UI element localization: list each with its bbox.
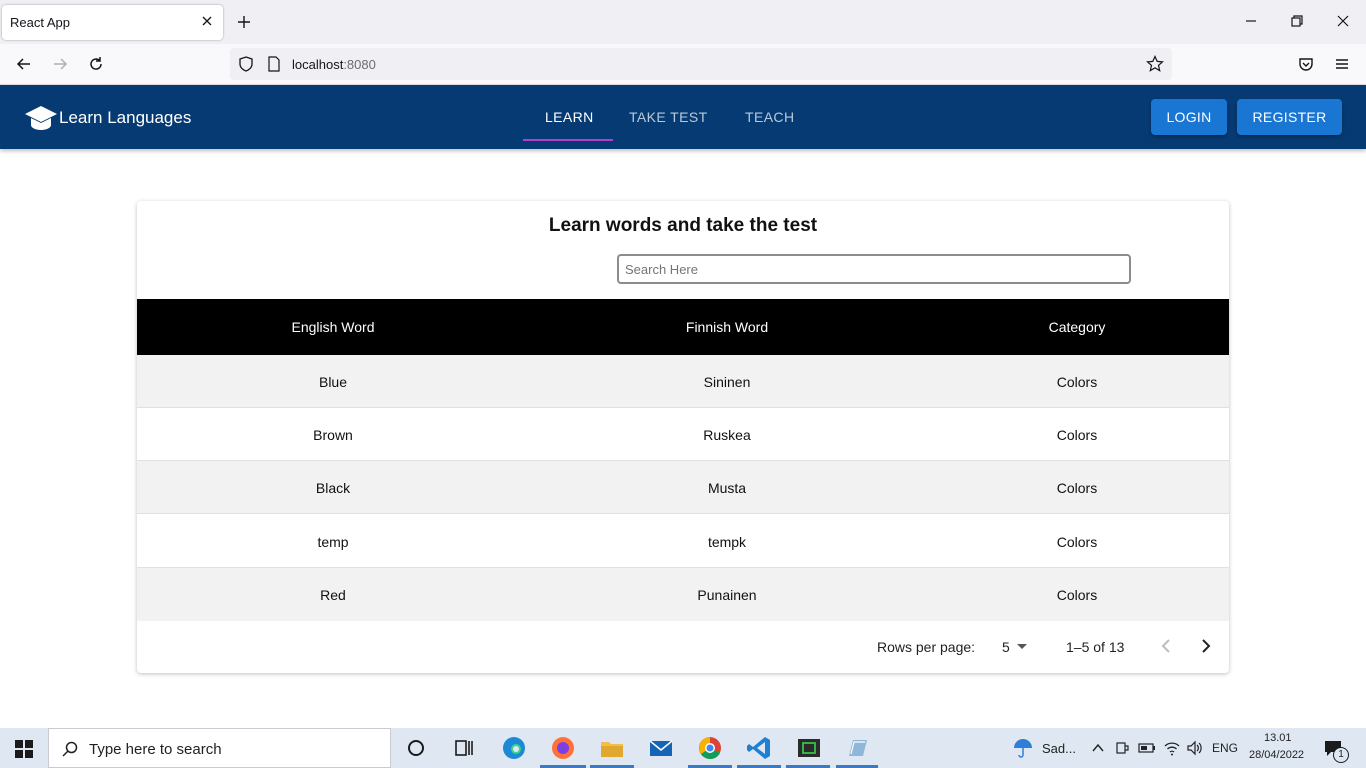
- words-card: Learn words and take the test English Wo…: [137, 201, 1229, 673]
- table-row: Black Musta Colors: [137, 461, 1229, 514]
- tab-learn[interactable]: LEARN: [545, 109, 594, 125]
- cell-finnish: Musta: [707, 480, 747, 496]
- pocket-icon[interactable]: [1297, 55, 1315, 73]
- next-page-icon[interactable]: [1195, 635, 1217, 657]
- cell-english: Red: [320, 587, 346, 603]
- search-icon: [62, 741, 78, 757]
- back-icon[interactable]: [15, 55, 33, 73]
- chrome-icon[interactable]: [696, 734, 724, 762]
- menu-icon[interactable]: [1333, 55, 1351, 73]
- shield-icon[interactable]: [238, 56, 254, 72]
- cell-category: Colors: [1056, 587, 1098, 603]
- tab-teach[interactable]: TEACH: [745, 109, 794, 125]
- url-port: :8080: [343, 57, 376, 72]
- notes-app-icon[interactable]: [843, 734, 871, 762]
- browser-tab[interactable]: React App: [2, 5, 223, 40]
- table-row: Blue Sininen Colors: [137, 355, 1229, 408]
- taskbar: Type here to search Sad... ENG 13.01 28/…: [0, 728, 1366, 768]
- wifi-icon[interactable]: [1163, 739, 1181, 757]
- cell-category: Colors: [1056, 480, 1098, 496]
- notification-badge: 1: [1333, 747, 1349, 763]
- device-icon[interactable]: [1114, 740, 1130, 756]
- clock-time[interactable]: 13.01: [1264, 732, 1292, 744]
- task-view-icon[interactable]: [450, 734, 478, 762]
- graduation-cap-icon: [25, 106, 57, 130]
- column-header-finnish: Finnish Word: [685, 319, 769, 335]
- clock-date[interactable]: 28/04/2022: [1249, 749, 1304, 761]
- rows-per-page-label: Rows per page:: [877, 639, 976, 655]
- table-row: Red Punainen Colors: [137, 568, 1229, 621]
- taskbar-search[interactable]: Type here to search: [48, 728, 391, 768]
- cell-finnish: Ruskea: [703, 427, 751, 443]
- file-explorer-icon[interactable]: [598, 734, 626, 762]
- weather-text[interactable]: Sad...: [1042, 741, 1076, 756]
- address-bar[interactable]: localhost:8080: [230, 48, 1172, 80]
- cell-english: Brown: [313, 427, 353, 443]
- caret-down-icon: [1017, 644, 1027, 649]
- windows-start-icon[interactable]: [15, 740, 33, 758]
- url-text: localhost:8080: [292, 57, 376, 72]
- battery-icon[interactable]: [1138, 740, 1156, 756]
- close-tab-icon[interactable]: [199, 13, 215, 29]
- vscode-icon[interactable]: [745, 734, 773, 762]
- url-host: localhost: [292, 57, 344, 72]
- table-header: English Word Finnish Word Category: [137, 299, 1229, 355]
- browser-tab-strip: React App: [0, 0, 1366, 44]
- volume-icon[interactable]: [1186, 739, 1204, 757]
- search-input[interactable]: [617, 254, 1131, 284]
- register-button[interactable]: REGISTER: [1237, 99, 1342, 135]
- forward-icon[interactable]: [51, 55, 69, 73]
- app-header: Learn Languages LEARN TAKE TEST TEACH LO…: [0, 85, 1366, 149]
- active-tab-indicator: [523, 139, 613, 141]
- cell-english: temp: [317, 534, 349, 550]
- cortana-icon[interactable]: [402, 734, 430, 762]
- chevron-up-icon[interactable]: [1091, 741, 1105, 755]
- login-button[interactable]: LOGIN: [1151, 99, 1227, 135]
- cell-finnish: tempk: [707, 534, 747, 550]
- bookmark-star-icon[interactable]: [1146, 55, 1164, 73]
- page-icon: [268, 56, 280, 72]
- cell-finnish: Sininen: [703, 374, 751, 390]
- brand-title[interactable]: Learn Languages: [59, 108, 191, 128]
- close-window-icon[interactable]: [1336, 14, 1350, 28]
- browser-navbar: localhost:8080: [0, 44, 1366, 85]
- cell-english: Blue: [318, 374, 348, 390]
- minimize-icon[interactable]: [1244, 14, 1258, 28]
- tab-take-test[interactable]: TAKE TEST: [629, 109, 708, 125]
- rows-per-page-select[interactable]: 5: [995, 634, 1035, 660]
- column-header-category: Category: [1048, 319, 1106, 335]
- taskbar-search-placeholder: Type here to search: [89, 741, 222, 758]
- browser-tab-title: React App: [10, 15, 70, 30]
- previous-page-icon[interactable]: [1155, 635, 1177, 657]
- cell-finnish: Punainen: [697, 587, 757, 603]
- card-title: Learn words and take the test: [548, 215, 818, 236]
- new-tab-icon[interactable]: [236, 14, 252, 30]
- reload-icon[interactable]: [87, 55, 105, 73]
- firefox-icon[interactable]: [549, 734, 577, 762]
- restore-icon[interactable]: [1290, 14, 1304, 28]
- cell-category: Colors: [1056, 427, 1098, 443]
- edge-icon[interactable]: [500, 734, 528, 762]
- table-row: temp tempk Colors: [137, 515, 1229, 568]
- weather-umbrella-icon[interactable]: [1012, 737, 1034, 759]
- terminal-icon[interactable]: [795, 734, 823, 762]
- cell-category: Colors: [1056, 374, 1098, 390]
- cell-category: Colors: [1056, 534, 1098, 550]
- mail-icon[interactable]: [647, 734, 675, 762]
- rows-per-page-value: 5: [1002, 639, 1010, 655]
- language-indicator[interactable]: ENG: [1212, 741, 1238, 755]
- pagination-range: 1–5 of 13: [1066, 639, 1125, 655]
- table-row: Brown Ruskea Colors: [137, 408, 1229, 461]
- column-header-english: English Word: [291, 319, 375, 335]
- cell-english: Black: [315, 480, 351, 496]
